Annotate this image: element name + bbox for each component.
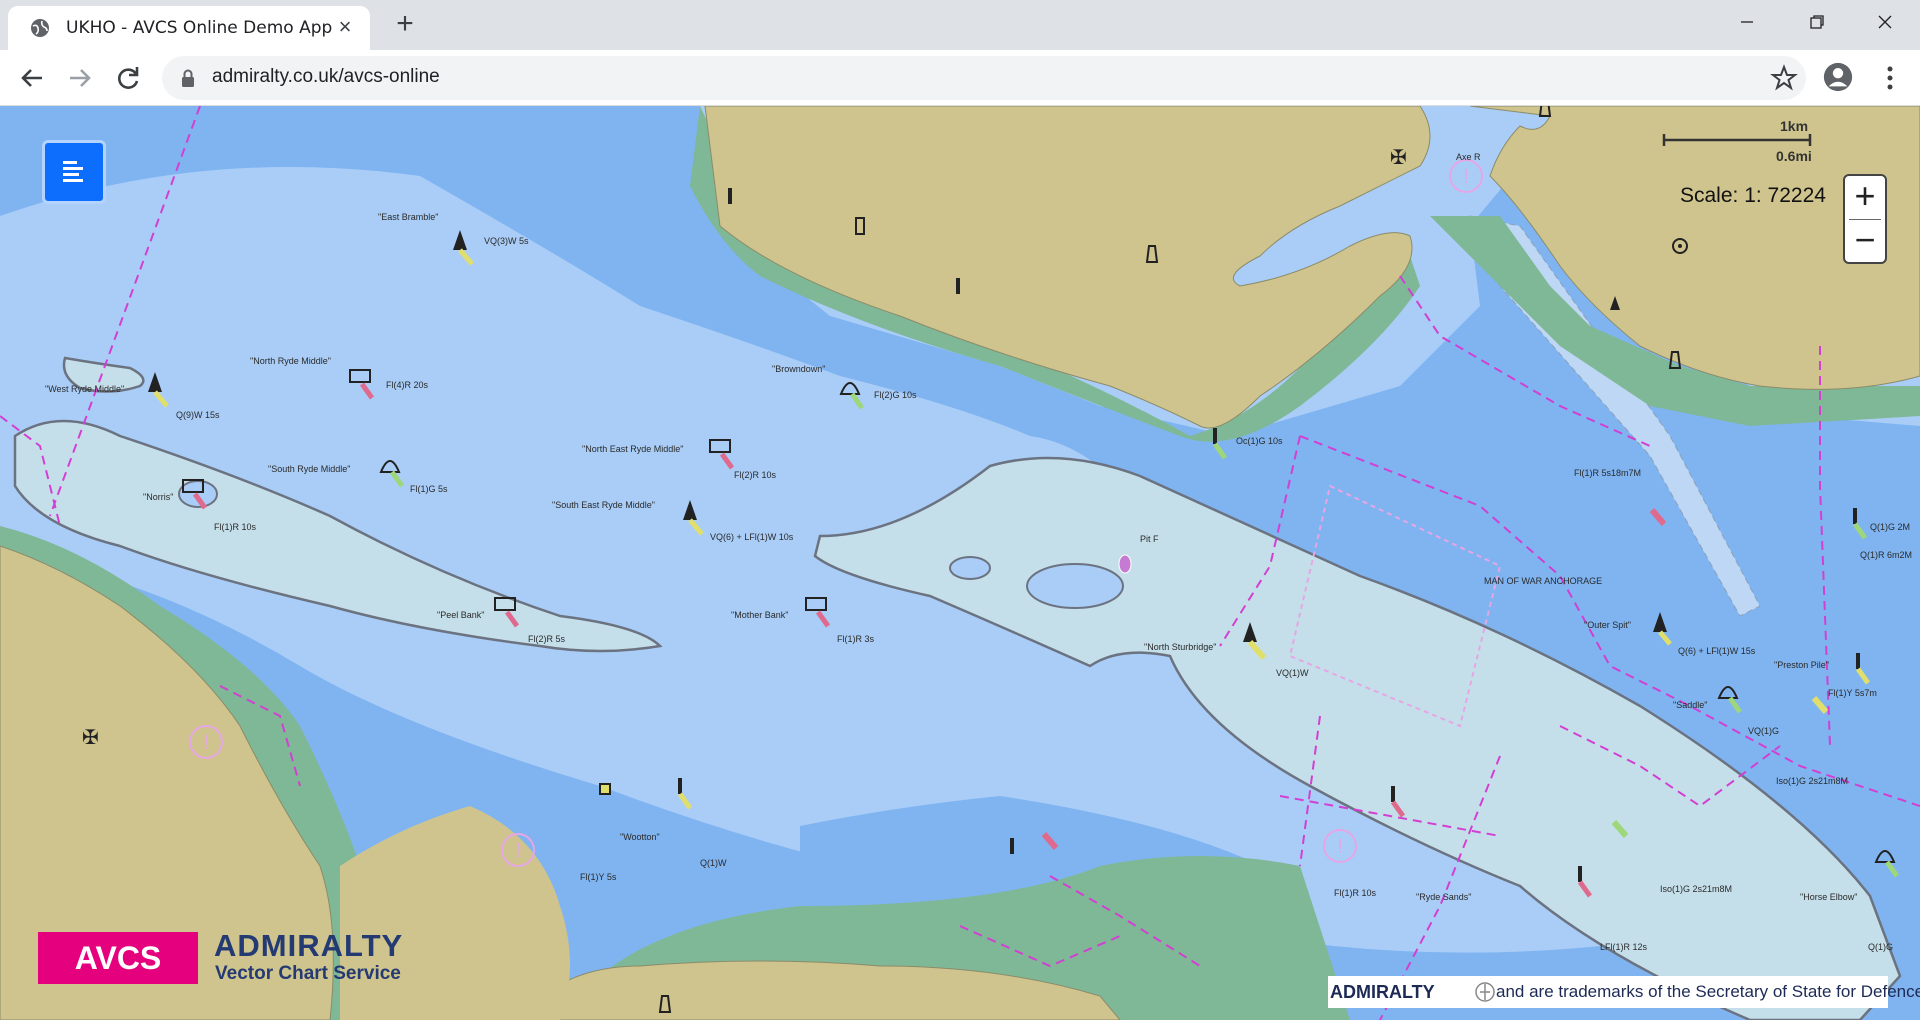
chart-label: "North East Ryde Middle" [582,444,683,454]
chart-label: "South Ryde Middle" [268,464,350,474]
url-text: admiralty.co.uk/avcs-online [212,66,440,87]
browser-toolbar: admiralty.co.uk/avcs-online [0,50,1920,106]
chart-label: "Norris" [143,492,173,502]
chart-label: VQ(6) + LFl(1)W 10s [710,532,794,542]
scale-bar: 1km 0.6mi [1660,116,1820,168]
restore-icon[interactable] [1794,6,1840,38]
chart-label: "Saddle" [1673,700,1707,710]
chart-label: MAN OF WAR ANCHORAGE [1484,576,1602,586]
chart-label: Fl(1)R 10s [1334,888,1377,898]
chart-label: Fl(4)R 20s [386,380,429,390]
avcs-logo: AVCS [38,932,198,984]
bookmark-star-icon[interactable] [1770,64,1798,92]
new-tab-button[interactable]: + [390,9,420,40]
chart-label: "Ryde Sands" [1416,892,1471,902]
admiralty-subtitle: Vector Chart Service [215,963,401,984]
chart-label: "Outer Spit" [1584,620,1631,630]
close-window-icon[interactable] [1862,6,1908,38]
chart-label: "North Sturbridge" [1144,642,1216,652]
scalebar-km-label: 1km [1780,118,1809,134]
svg-text:✠: ✠ [82,727,99,749]
kebab-menu-icon[interactable] [1874,62,1906,94]
chart-label: Q(9)W 15s [176,410,220,420]
lock-icon [182,69,194,87]
chart-label: VQ(1)W [1276,668,1309,678]
menu-lines-icon [63,161,83,182]
chart-label: Q(1)R 6m2M [1860,550,1912,560]
chart-label: Q(6) + LFl(1)W 15s [1678,646,1756,656]
trademark-brand: ADMIRALTY [1330,982,1435,1002]
chart-label: Axe R [1456,152,1481,162]
profile-avatar-icon[interactable] [1822,61,1854,93]
address-bar[interactable]: admiralty.co.uk/avcs-online [162,56,1806,100]
chart-label: Fl(2)R 5s [528,634,566,644]
browser-window: UKHO - AVCS Online Demo App × + admiralt… [0,0,1920,1020]
chart-label: Pit F [1140,534,1159,544]
tab-active[interactable]: UKHO - AVCS Online Demo App × [8,6,370,50]
svg-text:!: ! [1463,166,1469,188]
layers-menu-button[interactable] [42,140,106,204]
tab-strip: UKHO - AVCS Online Demo App × + [0,0,1920,50]
svg-text:!: ! [203,732,209,754]
chart-label: Q(1)G 2M [1870,522,1910,532]
forward-arrow-icon[interactable] [64,62,96,94]
chart-label: Fl(1)Y 5s [580,872,617,882]
minimize-icon[interactable] [1724,6,1770,38]
chart-label: "West Ryde Middle" [45,384,124,394]
back-arrow-icon[interactable] [16,62,48,94]
chart-label: Fl(1)R 10s [214,522,257,532]
chart-label: "Browndown" [772,364,825,374]
chart-label: "Horse Elbow" [1800,892,1857,902]
close-tab-icon[interactable]: × [334,16,356,38]
chart-label: "North Ryde Middle" [250,356,331,366]
zoom-in-button[interactable]: + [1845,176,1885,219]
chart-label: Iso(1)G 2s21m8M [1776,776,1848,786]
svg-text:✠: ✠ [1390,147,1407,169]
chart-label: LFl(1)R 12s [1600,942,1648,952]
chart-label: Fl(1)G 5s [410,484,448,494]
zoom-control: + − [1843,174,1887,264]
chart-label: Fl(1)Y 5s7m [1828,688,1877,698]
chart-label: "Preston Pile" [1774,660,1829,670]
chart-label: Q(1)W [700,858,727,868]
nautical-chart[interactable]: ! ! ! ! ✠ ✠ "East Bramble"VQ(3)W 5s"Nort… [0,106,1920,1020]
globe-icon [31,19,49,37]
svg-text:!: ! [1337,836,1343,858]
tab-title: UKHO - AVCS Online Demo App [66,18,333,38]
scale-readout: Scale: 1: 72224 [1680,184,1826,207]
chart-viewport[interactable]: ! ! ! ! ✠ ✠ "East Bramble" VQ(3)W 5s "No… [0,106,1920,1020]
chart-label: Q(1)G [1868,942,1893,952]
chart-label: Iso(1)G 2s21m8M [1660,884,1732,894]
chart-label: VQ(3)W 5s [484,236,529,246]
chart-label: "South East Ryde Middle" [552,500,655,510]
pit-islet-b [1026,563,1124,609]
trademark-text: and are trademarks of the Secretary of S… [1496,982,1920,1001]
chart-label: Fl(1)R 3s [837,634,875,644]
zoom-out-button[interactable]: − [1845,220,1885,263]
chart-label: "Mother Bank" [731,610,788,620]
chart-label: "Peel Bank" [437,610,484,620]
admiralty-logo-text: ADMIRALTY [214,928,404,963]
chart-label: Oc(1)G 10s [1236,436,1283,446]
chart-label: VQ(1)G [1748,726,1779,736]
chart-label: Fl(2)G 10s [874,390,917,400]
scalebar-mi-label: 0.6mi [1776,148,1812,164]
chart-label: Fl(1)R 5s18m7M [1574,468,1641,478]
svg-text:!: ! [515,840,521,862]
pit-islet-a [949,556,991,580]
chart-label: "East Bramble" [378,212,438,222]
trademark-notice: ADMIRALTY and are trademarks of the Secr… [1328,976,1920,1008]
chart-label: Fl(2)R 10s [734,470,777,480]
crest-icon [1475,982,1495,1002]
reload-icon[interactable] [112,62,144,94]
chart-label: "Wootton" [620,832,660,842]
